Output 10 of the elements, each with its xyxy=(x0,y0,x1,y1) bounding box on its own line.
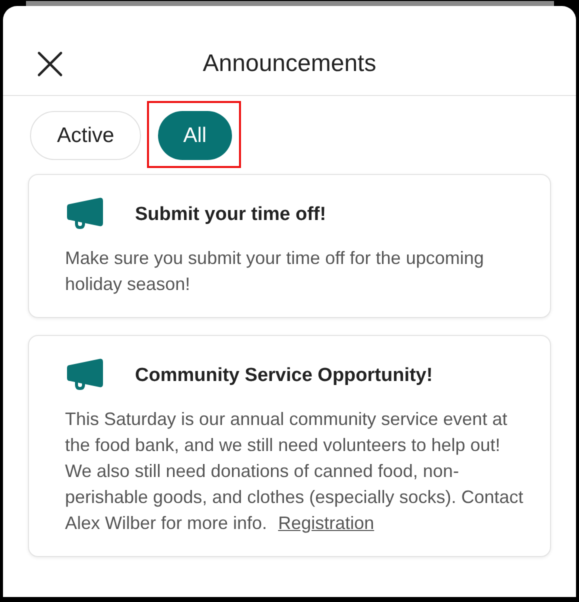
close-icon xyxy=(37,51,63,77)
announcement-title: Community Service Opportunity! xyxy=(135,364,433,388)
registration-link[interactable]: Registration xyxy=(278,513,374,533)
announcement-body: Make sure you submit your time off for the upcoming holiday season! xyxy=(65,247,485,296)
announcement-title: Submit your time off! xyxy=(135,202,326,227)
filter-tab[interactable]: All xyxy=(158,111,232,160)
announcement-body: This Saturday is our annual community service event at the food bank, and we still need volunteers to help out! We also still need donations of canned food, non-perishable goods, and clothes (especially socks). Contact Alex Wilber for more info. Registration xyxy=(65,408,524,535)
filter-tab[interactable]: Active xyxy=(30,111,142,160)
window-title: Announcements xyxy=(202,48,376,78)
close-button[interactable] xyxy=(36,50,64,78)
